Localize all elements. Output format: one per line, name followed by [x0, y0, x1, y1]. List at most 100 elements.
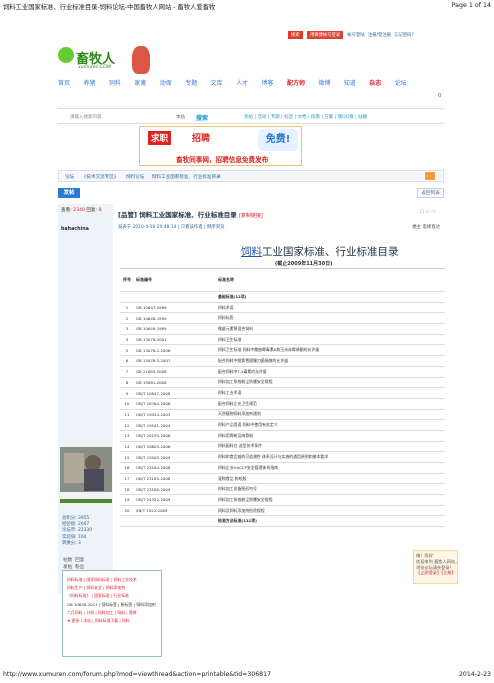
author-username[interactable]: hahachina — [61, 227, 89, 232]
table-category-row: 检测方法标准(131项) — [120, 515, 445, 528]
floor-meta[interactable]: 楼主 电梯直达 — [412, 224, 440, 230]
mascot-icon — [132, 46, 150, 74]
document-title-link[interactable]: 饲料 — [241, 246, 262, 258]
related-link[interactable]: 六月饲料 | 分析 | 饲料加工 | 饲料 | 营养 — [67, 609, 158, 617]
row-number: 4 — [120, 334, 134, 346]
row-number: 12 — [120, 419, 134, 431]
breadcrumb-item[interactable]: 饲料工业国家标准、行业标准目录 — [152, 175, 221, 180]
standard-name: 基础标准(12项) — [216, 291, 445, 303]
related-link[interactable]: ★ 更多 | 本站 | 饲料标准下载 | 饲料 — [67, 617, 158, 625]
standard-code: GB 10647-1989 — [134, 302, 216, 314]
avatar[interactable] — [60, 447, 112, 492]
author-stats: 总积分: 3955 经验值: 2607 论坛币: 22330 实验值: 164 … — [62, 516, 92, 547]
post-meta[interactable]: 发表于 2010-4-16 20:48:14 | 只看该作者 | 倒序浏览 — [118, 224, 224, 230]
site-logo[interactable]: 畜牧人 xumuren.COM — [58, 45, 130, 77]
standard-code: SN/T 1922-2009 — [134, 505, 216, 517]
nav-item[interactable]: 杂志 — [369, 78, 381, 87]
page-url: http://www.xumuren.com/forum.php?mod=vie… — [3, 671, 271, 678]
nav-item[interactable]: 家禽 — [134, 78, 146, 87]
standard-code: GB 10648-1999 — [134, 312, 216, 325]
table-row: 12 GB/T 19541-2004 饲料产品用语 饲料中使用有关定义 — [120, 419, 445, 431]
row-number — [120, 291, 134, 303]
table-row: 19 GB/T 24352-2009 饲料加工系统粉尘防爆安全规程 — [120, 494, 445, 506]
table-row: 10 GB/T 16764-2006 配合饲料企业卫生规范 — [120, 398, 445, 410]
replies-count: 8 — [98, 208, 102, 213]
row-number: 17 — [120, 473, 134, 485]
breadcrumb-item[interactable]: 《技术交流专区》 — [82, 175, 119, 180]
search-input[interactable]: 请输入搜索内容 — [70, 114, 102, 120]
table-row: 17 GB/T 23185-2008 宠物食品 狗咬胶 — [120, 473, 445, 485]
row-number: 9 — [120, 387, 134, 399]
login-link[interactable]: 帐号登陆 — [347, 33, 364, 38]
search-quick-links[interactable]: 热帖 | 活动 | 专题 | 标签 | 文档 | 指南 | 方集 | 我QQ群 … — [244, 114, 367, 120]
row-number: 20 — [120, 505, 134, 517]
breadcrumb-item[interactable]: 饲料论坛 — [126, 175, 144, 180]
nav-item[interactable]: 人才 — [236, 78, 248, 87]
nav-item[interactable]: 养猪 — [83, 78, 95, 87]
rss-icon[interactable] — [425, 172, 435, 180]
level-bar — [60, 499, 112, 503]
row-number: 5 — [120, 344, 134, 357]
standard-code: GB 13078.2-2006 — [134, 344, 216, 357]
nav-item[interactable]: 微博 — [318, 78, 330, 87]
new-post-button[interactable]: 发帖 — [58, 188, 80, 198]
row-number: 3 — [120, 323, 134, 335]
standard-code: GB/T 19424-2003 — [134, 409, 216, 421]
related-link[interactable]: 饲料生产 | 饲料安全 | 饲料添加剂 — [67, 584, 158, 592]
related-link[interactable]: 饲料标准 | 国家饲料标准 | 饲料工业技术 — [67, 576, 158, 584]
login-notice: 嗨！您好： 欢迎来到 畜牧人网站， 浏览论坛请先登录！ 【立即登录】【注册】 — [413, 550, 460, 584]
post-action-bar: 发帖 返回列表 — [58, 186, 444, 200]
search-button[interactable]: 搜索 — [196, 113, 208, 122]
standard-name: 配合饲料企业卫生规范 — [216, 398, 445, 410]
nav-item[interactable]: 配方师 — [287, 78, 305, 87]
print-icons[interactable]: ▢ ◇ ▭ — [420, 209, 436, 215]
table-row: 20 SN/T 1922-2009 饲料及饲料添加剂检验规程 — [120, 505, 445, 517]
recruitment-banner[interactable]: 求职 招聘 免费! 畜牧同事网，招聘信息免费发布 — [139, 126, 302, 166]
related-link[interactable]: GB 10648-2013 | 饲料标签 | 新标签 | 饲料添加剂 — [67, 601, 158, 609]
copy-link-button[interactable]: [复制链接] — [239, 213, 263, 219]
related-link[interactable]: 《饲料标准》 | 国家标准 | 行业标准 — [67, 592, 158, 600]
nav-item[interactable]: 饲料 — [109, 78, 121, 87]
table-row: 15 GB/T 22005-2009 饲料和食品链的可追溯性 体系设计与实施的通用原… — [120, 451, 445, 463]
nav-item[interactable]: 动保 — [160, 78, 172, 87]
back-to-list-button[interactable]: 返回列表 — [417, 188, 444, 198]
standards-table: 序号 标准编号 标准名称 基础标准(12项) 1 GB 10647-1989 饲料术语… — [120, 268, 445, 528]
standard-name: 饲料和食品链的可追溯性 体系设计与实施的通用原则和基本要求 — [216, 451, 445, 463]
register-link[interactable]: 注册/登注册 — [368, 33, 391, 38]
author-sidebar: 查看: 2340 回复: 8 hahachina 总积分: 3955 经验值: … — [58, 204, 113, 594]
standard-code: GB/T 23185-2008 — [134, 473, 216, 485]
standard-code: GB/T 10647-2008 — [134, 387, 216, 399]
search-scope-select[interactable]: 本站 — [176, 114, 185, 120]
nav-item[interactable]: 首页 — [58, 78, 70, 87]
table-row: 1 GB 10647-1989 饲料术语 — [120, 302, 445, 314]
nav-item[interactable]: 文库 — [211, 78, 223, 87]
search-badge-button[interactable]: 搜索 — [288, 31, 303, 39]
forgot-password-link[interactable]: 忘记密码? — [394, 33, 413, 38]
notice-line: 欢迎来到 畜牧人网站， — [416, 558, 460, 564]
standard-name: 饲料工业术语 — [216, 387, 445, 399]
weibo-login-button[interactable]: 用微博帐号登录 — [306, 31, 344, 39]
standard-code: GB/T 16764-2006 — [134, 398, 216, 410]
post-content: [品管] 饲料工业国家标准、行业标准目录 [复制链接] ▢ ◇ ▭ 发表于 20… — [113, 204, 445, 674]
standard-name: 配合饲料中脱氧雪腐镰刀菌烯醇的允许量 — [216, 355, 445, 367]
standard-name: 饲料及饲料添加剂检验规程 — [216, 505, 445, 517]
stat-item: 转换分: 3 — [62, 540, 81, 546]
row-number: 18 — [120, 483, 134, 496]
standard-name: 饲料加工系统粉尘防爆安全规程 — [216, 494, 445, 506]
row-number: 10 — [120, 398, 134, 410]
table-row: 7 GB 21693-2008 配合饲料中T-2毒素的允许量 — [120, 366, 445, 378]
nav-item[interactable]: 博客 — [262, 78, 274, 87]
standard-code: GB/T 23184-2008 — [134, 462, 216, 474]
nav-item[interactable]: 论坛 — [395, 78, 407, 87]
nav-item[interactable]: 专题 — [185, 78, 197, 87]
breadcrumb-item[interactable]: 论坛 — [65, 175, 74, 180]
notice-login-links[interactable]: 【立即登录】【注册】 — [416, 570, 456, 576]
nav-item[interactable]: 知道 — [344, 78, 356, 87]
page-number: Page 1 of 14 — [451, 2, 491, 9]
standard-code: GB 13078-2001 — [134, 334, 216, 346]
table-category-row: 基础标准(12项) — [120, 291, 445, 303]
standard-name: 检测方法标准(131项) — [216, 515, 445, 528]
table-row: 16 GB/T 23184-2008 饲料企业HACCP安全管理体系指南 — [120, 462, 445, 474]
standard-code: GB 21693-2008 — [134, 366, 216, 378]
print-date: 2014-2-23 — [458, 671, 491, 678]
